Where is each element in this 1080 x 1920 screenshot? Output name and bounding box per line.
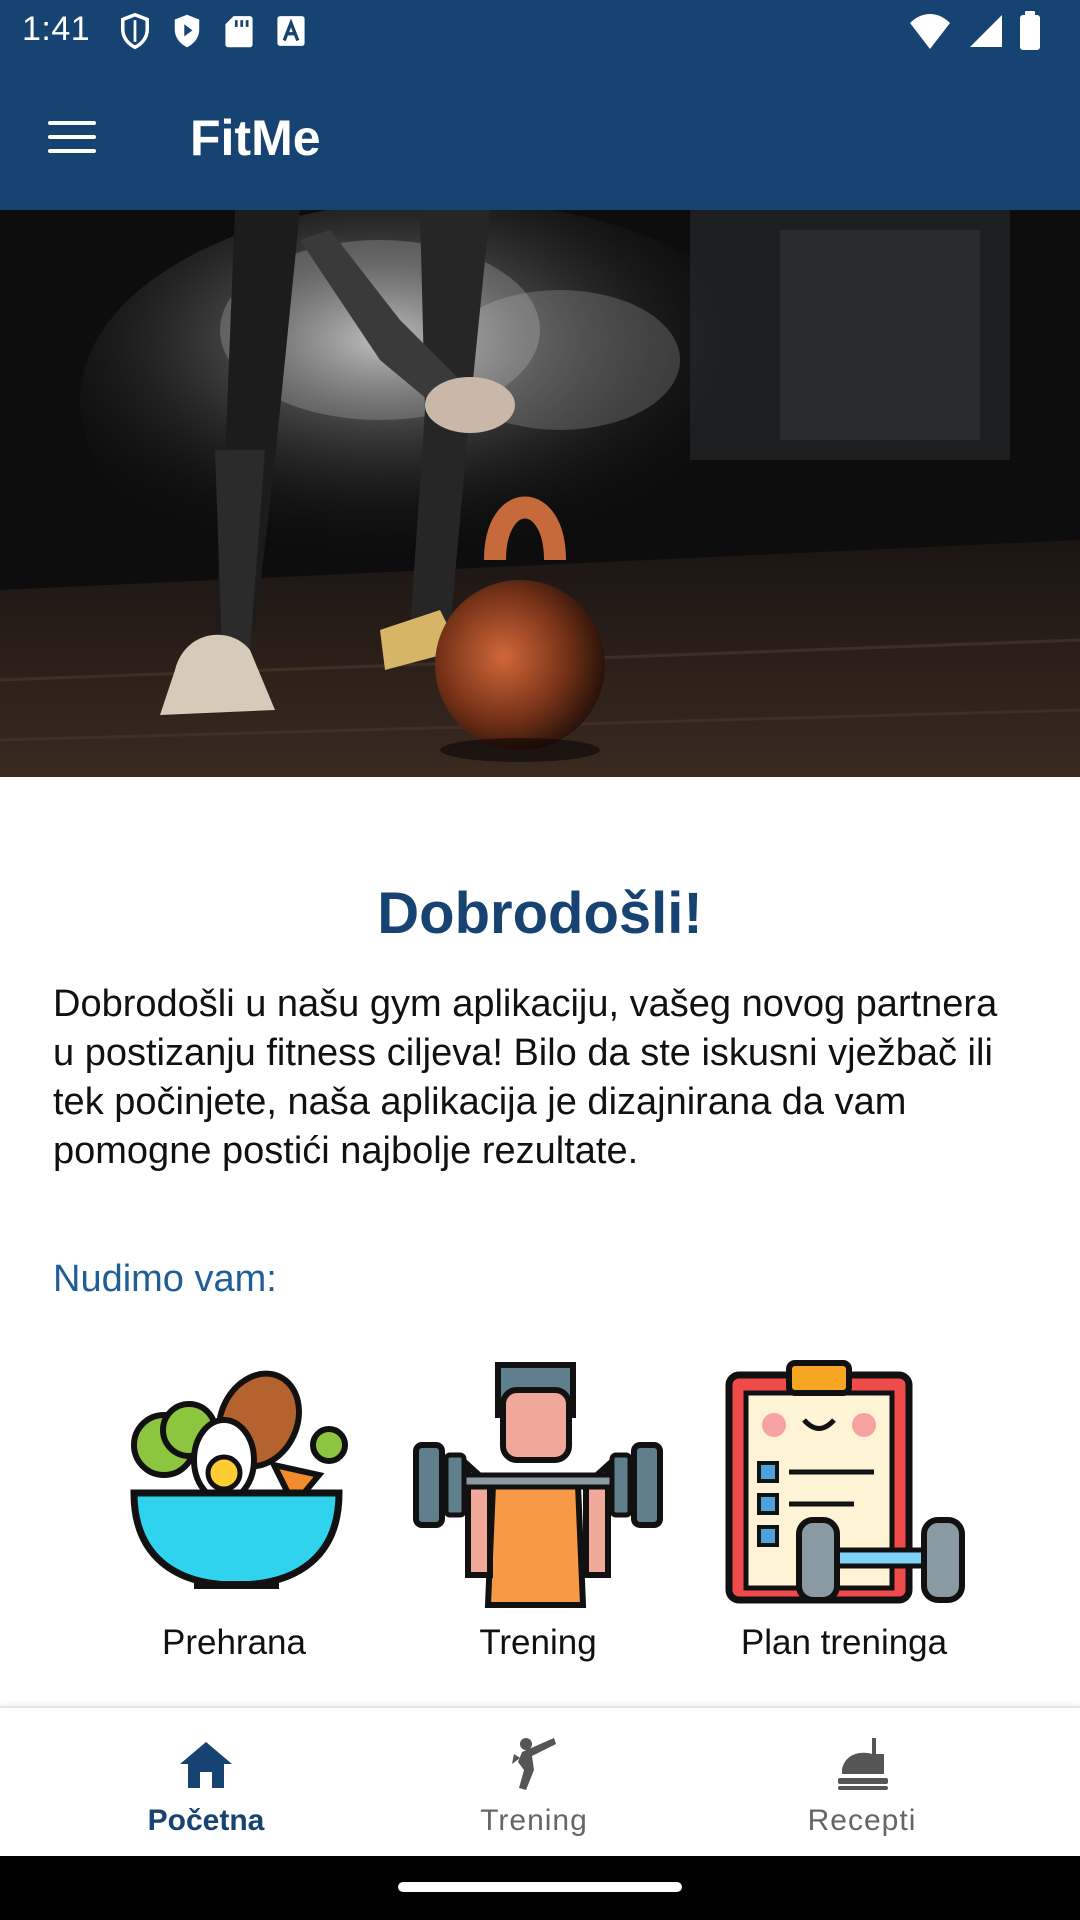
nav-label: Trening	[480, 1804, 588, 1837]
welcome-title: Dobrodošli!	[377, 881, 703, 946]
wifi-icon	[910, 14, 950, 49]
play-protect-icon	[174, 14, 200, 48]
home-gesture-handle[interactable]	[398, 1882, 682, 1892]
status-icons-left	[118, 12, 308, 50]
hamburger-menu-icon[interactable]	[36, 107, 108, 167]
nav-item-recepti[interactable]: Recepti	[682, 1708, 1042, 1858]
app-bar: FitMe	[0, 63, 1080, 210]
salad-bowl-icon	[130, 1370, 348, 1589]
gym-kettlebell-photo	[0, 210, 1080, 777]
status-bar: 1:41	[0, 0, 1080, 63]
status-icons-right	[908, 10, 1042, 52]
sd-card-icon	[225, 16, 253, 48]
feature-label: Plan treninga	[740, 1623, 948, 1662]
food-recipe-icon	[838, 1738, 888, 1790]
nav-label: Recepti	[807, 1804, 917, 1837]
features-row: Prehrana Trening Plan treninga	[0, 1345, 1080, 1675]
shield-icon	[121, 12, 149, 50]
feature-label: Trening	[479, 1623, 597, 1662]
feature-plan-treninga[interactable]: Plan treninga	[694, 1345, 994, 1663]
clipboard-plan-icon	[725, 1360, 965, 1604]
status-time: 1:41	[22, 10, 91, 48]
signal-icon	[970, 15, 1002, 47]
home-icon	[180, 1742, 232, 1788]
feature-trening[interactable]: Trening	[388, 1345, 688, 1663]
weightlifter-icon	[413, 1362, 663, 1608]
intro-text: Dobrodošli u našu gym aplikaciju, vašeg …	[53, 983, 998, 1172]
bottom-navigation: Početna Trening Recepti	[0, 1706, 1080, 1856]
feature-prehrana[interactable]: Prehrana	[84, 1345, 384, 1663]
nav-item-trening[interactable]: Trening	[354, 1708, 714, 1858]
martial-arts-icon	[512, 1738, 556, 1790]
nav-item-pocetna[interactable]: Početna	[26, 1708, 386, 1858]
font-icon	[277, 16, 305, 46]
feature-label: Prehrana	[162, 1623, 306, 1662]
nav-label: Početna	[147, 1804, 265, 1837]
battery-icon	[1020, 11, 1040, 50]
system-navigation-bar	[0, 1856, 1080, 1920]
hero-image	[0, 210, 1080, 777]
app-title: FitMe	[190, 110, 321, 166]
offer-label: Nudimo vam:	[53, 1258, 277, 1300]
